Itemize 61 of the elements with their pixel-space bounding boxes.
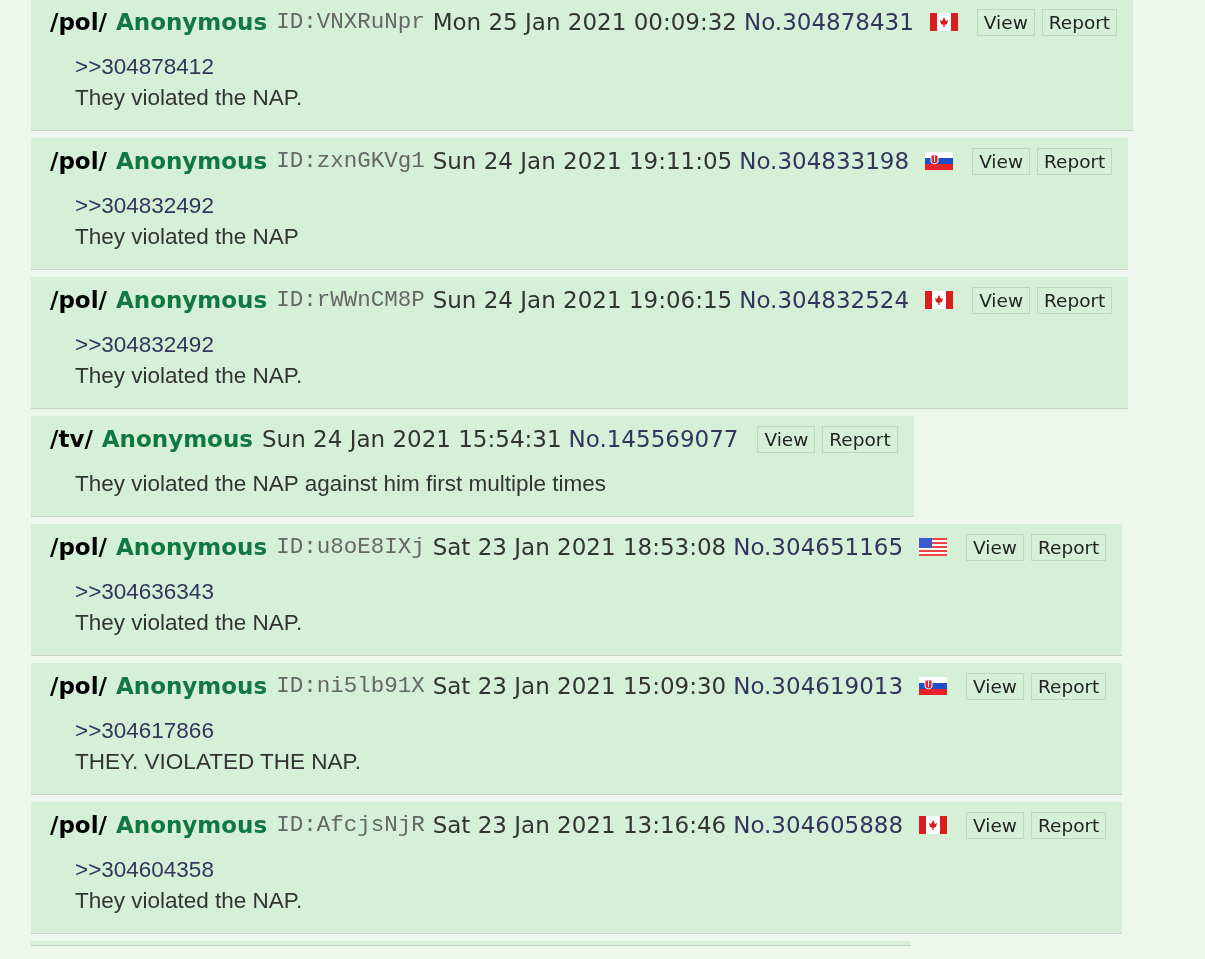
post-date: Sun 24 Jan 2021 15:54:31 <box>262 426 562 452</box>
poster-name: Anonymous <box>115 148 268 174</box>
post-text: THEY. VIOLATED THE NAP. <box>75 748 362 776</box>
post-text: They violated the NAP. <box>75 887 304 915</box>
report-button[interactable]: Report <box>822 425 898 453</box>
post-text: They violated the NAP. <box>75 84 304 112</box>
poster-id: ID:ni5lb91X <box>276 673 425 699</box>
post-number[interactable]: No.304832524 <box>739 287 910 313</box>
board-name[interactable]: /pol/ <box>50 287 107 313</box>
poster-name: Anonymous <box>115 9 268 35</box>
post-number[interactable]: No.304833198 <box>739 148 910 174</box>
post-date: Sun 24 Jan 2021 19:06:15 <box>432 287 733 313</box>
poster-name: Anonymous <box>115 673 268 699</box>
report-button[interactable]: Report <box>1031 672 1107 700</box>
post-text: They violated the NAP <box>75 223 300 251</box>
poster-id: ID:VNXRuNpr <box>276 9 425 35</box>
post-text: They violated the NAP. <box>75 362 304 390</box>
quote-link[interactable]: >>304636343 <box>75 576 1107 607</box>
report-button[interactable]: Report <box>1041 8 1118 36</box>
board-name[interactable]: /pol/ <box>50 9 107 35</box>
post-number[interactable]: No.304605888 <box>733 812 904 838</box>
view-button[interactable]: View <box>757 425 816 453</box>
view-button[interactable]: View <box>966 811 1024 839</box>
board-name[interactable]: /pol/ <box>50 534 107 560</box>
quote-link[interactable]: >>304604358 <box>75 854 1107 885</box>
quote-link[interactable]: >>304832492 <box>75 329 1113 360</box>
view-button[interactable]: View <box>966 533 1024 561</box>
quote-link[interactable]: >>304617866 <box>75 715 1107 746</box>
quote-link[interactable]: >>304832492 <box>75 190 1113 221</box>
poster-name: Anonymous <box>115 534 268 560</box>
poster-id: ID:AfcjsNjR <box>276 812 425 838</box>
board-name[interactable]: /tv/ <box>50 426 93 452</box>
post-date: Sat 23 Jan 2021 13:16:46 <box>432 812 727 838</box>
poster-id: ID:u8oE8IXj <box>276 534 425 560</box>
post-date: Sat 23 Jan 2021 15:09:30 <box>432 673 727 699</box>
post-date: Sat 23 Jan 2021 18:53:08 <box>432 534 727 560</box>
post-number[interactable]: No.304619013 <box>733 673 904 699</box>
view-button[interactable]: View <box>966 672 1024 700</box>
board-name[interactable]: /pol/ <box>50 673 107 699</box>
view-button[interactable]: View <box>972 286 1031 314</box>
report-button[interactable]: Report <box>1031 811 1107 839</box>
board-name[interactable]: /pol/ <box>50 812 107 838</box>
poster-name: Anonymous <box>115 287 268 313</box>
post-number[interactable]: No.304651165 <box>733 534 904 560</box>
view-button[interactable]: View <box>976 8 1035 36</box>
post-number[interactable]: No.304878431 <box>743 9 914 35</box>
quote-link[interactable]: >>304878412 <box>75 51 1118 82</box>
post-text: They violated the NAP against him first multiple times <box>75 470 608 498</box>
post-date: Sun 24 Jan 2021 19:11:05 <box>432 148 733 174</box>
post-date: Mon 25 Jan 2021 00:09:32 <box>432 9 737 35</box>
post-text: They violated the NAP. <box>75 609 304 637</box>
board-name[interactable]: /pol/ <box>50 148 107 174</box>
poster-id: ID:rWWnCM8P <box>276 287 425 313</box>
poster-name: Anonymous <box>101 426 253 452</box>
report-button[interactable]: Report <box>1037 286 1113 314</box>
report-button[interactable]: Report <box>1031 533 1107 561</box>
report-button[interactable]: Report <box>1037 147 1113 175</box>
poster-name: Anonymous <box>115 812 268 838</box>
poster-id: ID:zxnGKVg1 <box>276 148 425 174</box>
post-number[interactable]: No.145569077 <box>568 426 739 452</box>
view-button[interactable]: View <box>972 147 1031 175</box>
